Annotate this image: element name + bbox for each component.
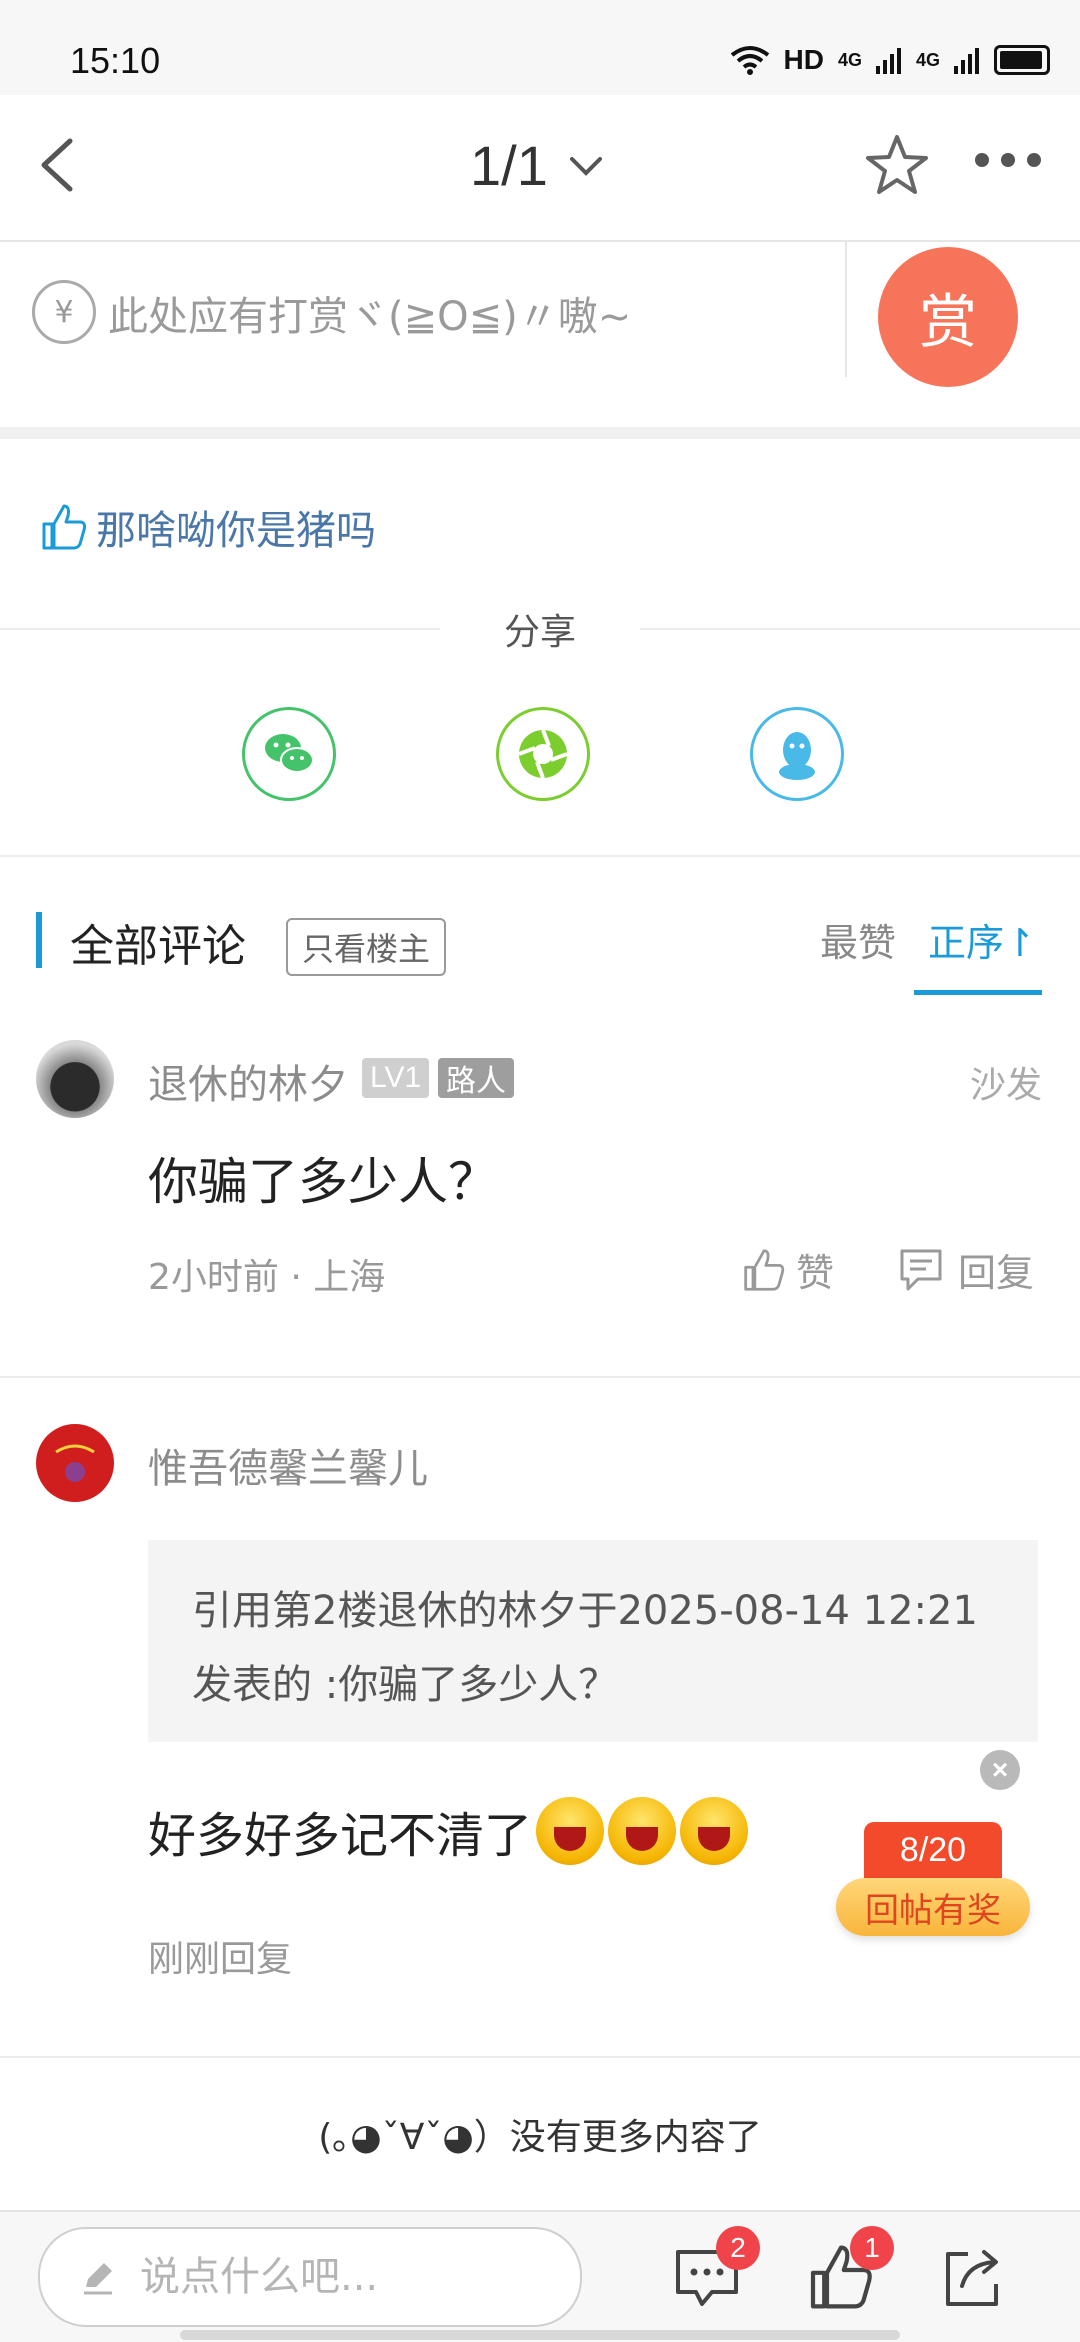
qq-icon	[779, 732, 815, 780]
reply-reward-progress[interactable]: 8/20	[864, 1822, 1002, 1878]
share-button[interactable]	[938, 2242, 1008, 2312]
avatar-image	[55, 1444, 95, 1482]
comment-meta: 2小时前 · 上海	[148, 1257, 386, 1298]
yen-icon: ¥	[32, 280, 96, 344]
active-tab-underline	[914, 990, 1042, 995]
status-time: 15:10	[70, 40, 161, 81]
comment-input[interactable]	[138, 2253, 562, 2301]
sort-by-likes-tab[interactable]: 最赞	[820, 912, 896, 967]
home-indicator	[180, 2330, 900, 2340]
share-wechat-button[interactable]	[242, 707, 336, 801]
reply-bubble-icon	[900, 1249, 942, 1290]
like-button[interactable]: 1	[806, 2226, 894, 2312]
share-title: 分享	[503, 612, 576, 653]
thumbs-up-icon	[744, 1248, 785, 1291]
bottom-action-bar: 2 1	[0, 2210, 1080, 2342]
reward-button[interactable]: 赏	[878, 247, 1018, 387]
floor-label: 沙发	[970, 1065, 1043, 1106]
pencil-icon	[84, 2263, 112, 2295]
laughing-emoji-icon	[608, 1797, 677, 1865]
status-bar: 15:10 HD 4G 4G	[0, 0, 1080, 95]
status-icons: HD 4G 4G	[730, 44, 1050, 76]
share-moments-button[interactable]	[496, 707, 590, 801]
wechat-icon	[265, 734, 314, 773]
wifi-icon	[730, 46, 769, 75]
more-options-icon[interactable]	[975, 153, 1041, 167]
like-count-badge: 1	[850, 2226, 894, 2270]
quote-text: 引用第2楼退休的林夕于2025-08-14 12:21发表的 :你骗了多少人？	[192, 1588, 978, 1708]
owner-only-filter-button[interactable]: 只看楼主	[286, 918, 447, 976]
moments-icon	[518, 729, 568, 779]
avatar[interactable]	[36, 1424, 114, 1502]
divider	[0, 2056, 1080, 2058]
divider	[845, 242, 847, 377]
page-selector[interactable]: 1/1	[470, 133, 606, 198]
comments-button[interactable]: 2	[672, 2226, 760, 2312]
network-hd-label: HD	[783, 44, 824, 75]
reward-section: ¥ 此处应有打赏ヾ(≧O≦)〃嗷~ 赏	[0, 242, 1080, 427]
reply-reward-button[interactable]: 回帖有奖	[836, 1878, 1030, 1936]
laughing-emoji-icon	[536, 1797, 605, 1865]
comment-reply-button[interactable]: 回复	[898, 1242, 1034, 1297]
level-badge: LV1	[362, 1058, 430, 1098]
comment-text: 你骗了多少人？	[148, 1153, 498, 1211]
share-icon	[946, 2250, 998, 2306]
share-qq-button[interactable]	[750, 707, 844, 801]
divider	[0, 628, 440, 630]
divider	[640, 628, 1080, 630]
laughing-emoji-icon	[680, 1797, 749, 1865]
close-icon[interactable]: ×	[980, 1750, 1020, 1790]
no-more-content-text: (｡◕ˇ∀ˇ◕）没有更多内容了	[318, 2117, 762, 2158]
section-gap	[0, 427, 1080, 439]
reward-prompt: 此处应有打赏ヾ(≧O≦)〃嗷~	[108, 294, 632, 340]
comment-input-container[interactable]	[38, 2227, 582, 2327]
signal-4g-label: 4G	[837, 49, 862, 70]
reply-label: 回复	[958, 1251, 1035, 1295]
chevron-down-icon	[569, 156, 602, 176]
signal-bars-icon	[875, 48, 901, 74]
liked-by-row: 那啥呦你是猪吗	[40, 498, 376, 556]
like-label: 赞	[796, 1251, 835, 1295]
sort-ascending-tab[interactable]: 正序↾	[928, 912, 1036, 967]
thumbs-up-icon	[42, 504, 86, 550]
quoted-comment: 引用第2楼退休的林夕于2025-08-14 12:21发表的 :你骗了多少人？	[148, 1540, 1038, 1742]
page-indicator: 1/1	[470, 134, 548, 197]
comment-text-row: 好多好多记不清了	[148, 1796, 749, 1866]
back-arrow-icon[interactable]	[28, 133, 92, 197]
signal-4g-label-2: 4G	[915, 49, 940, 70]
comment-count-badge: 2	[716, 2226, 760, 2270]
comment-text: 好多好多记不清了	[148, 1808, 533, 1864]
comment-username[interactable]: 退休的林夕	[148, 1052, 348, 1110]
favorite-star-icon[interactable]	[862, 131, 932, 201]
comment-username[interactable]: 惟吾德馨兰馨儿	[148, 1436, 428, 1494]
comment-like-button[interactable]: 赞	[742, 1242, 834, 1297]
role-badge: 路人	[438, 1058, 514, 1098]
section-accent-bar	[36, 912, 42, 968]
comment-time: 刚刚回复	[148, 1939, 293, 1980]
liked-by-user[interactable]: 那啥呦你是猪吗	[96, 498, 376, 556]
divider	[0, 855, 1080, 857]
divider	[0, 1376, 1080, 1378]
comments-title: 全部评论	[70, 921, 246, 972]
signal-bars-icon-2	[954, 48, 979, 74]
battery-icon	[994, 45, 1050, 75]
avatar[interactable]	[36, 1040, 114, 1118]
top-navigation: 1/1	[0, 95, 1080, 242]
